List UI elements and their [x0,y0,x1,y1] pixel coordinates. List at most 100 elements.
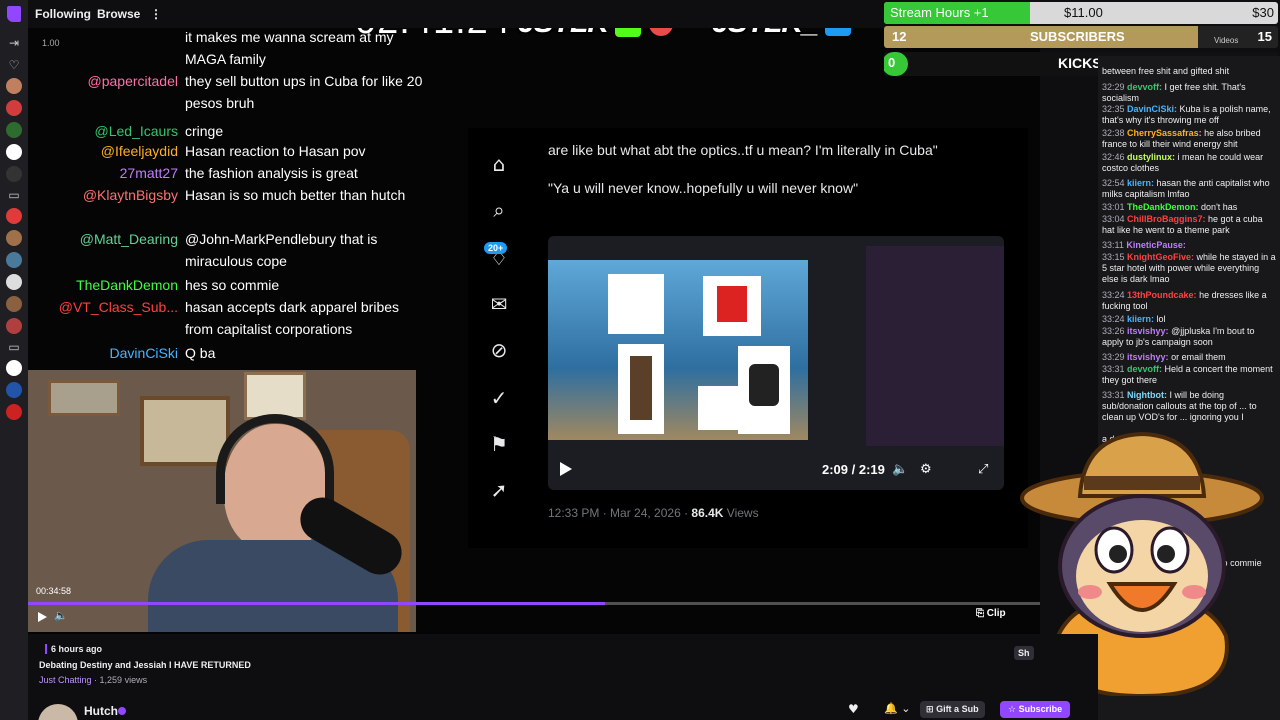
settings-icon[interactable]: ⚙ [920,462,932,477]
chat-username[interactable]: itsvishyy: [1127,352,1171,362]
channel-name[interactable]: Hutch [84,704,118,718]
product-card [738,346,790,434]
heart-icon[interactable]: ♡ [5,58,23,72]
chat-message[interactable]: 33:31 Nightbot: I will be doing sub/dona… [1102,390,1276,423]
chat-username[interactable]: 13thPoundcake: [1127,290,1199,300]
chat-username[interactable]: dustylinux: [1127,152,1178,162]
chat-message[interactable]: 32:35 DavinCiSki: Kuba is a polish name,… [1102,104,1276,126]
followed-channel-avatar[interactable] [6,122,22,138]
seek-bar[interactable] [28,602,1040,605]
chat-message[interactable]: 33:01 TheDankDemon: don't has [1102,202,1276,213]
followed-channel-avatar[interactable] [6,360,22,376]
verified-icon[interactable]: ✓ [486,386,512,412]
share-button[interactable]: Sh [1014,646,1034,660]
chat-message[interactable]: 33:11 KineticPause: [1102,240,1276,251]
chat-username[interactable]: itsvishyy: [1127,326,1171,336]
chat-message[interactable]: 32:46 dustylinux: i mean he could wear c… [1102,152,1276,174]
followed-channel-avatar[interactable] [6,208,22,224]
chat-message[interactable]: 33:24 kiiern: lol [1102,314,1276,325]
chat-username[interactable]: kiiern: [1127,314,1157,324]
followed-channel-avatar[interactable] [6,252,22,268]
channel-avatar[interactable] [38,704,78,720]
left-rail: ⇥ ♡ ▭ ▭ [0,0,28,720]
bookmark-icon[interactable]: ⚑ [486,432,512,458]
followed-channel-avatar[interactable] [6,230,22,246]
video-player[interactable]: ⌂ ⌕ ♢ 20+ ✉ ⊘ ✓ ⚑ ➚ are like but what ab… [28,28,1040,634]
chat-message[interactable]: 33:26 itsvishyy: @jjpluska I'm bout to a… [1102,326,1276,348]
overlay-chat-username: @Ifeeljaydid [100,143,178,159]
overlay-chat-message: it makes me wanna scream at my MAGA fami… [185,29,394,67]
chat-message[interactable]: 33:24 13thPoundcake: he dresses like a f… [1102,290,1276,312]
video-icon[interactable]: ▭ [5,188,23,202]
followed-channel-avatar[interactable] [6,404,22,420]
chat-username[interactable]: devvoff: [1127,364,1165,374]
chat-username[interactable]: CherrySassafras: [1127,128,1204,138]
chat-username[interactable]: kiiern: [1127,178,1157,188]
chat-timestamp: 33:01 [1102,202,1128,212]
followed-channel-avatar[interactable] [6,274,22,290]
nav-more-icon[interactable]: ⋮ [150,7,162,21]
video-icon[interactable]: ▭ [5,340,23,354]
chat-username[interactable]: Nightbot: [1127,390,1169,400]
chat-username[interactable]: KineticPause: [1126,240,1186,250]
subscribe-button[interactable]: ☆ Subscribe [1000,701,1071,718]
followed-channel-avatar[interactable] [6,166,22,182]
followed-channel-avatar[interactable] [6,100,22,116]
nav-following[interactable]: Following [35,7,91,21]
tweet-video[interactable]: 2:09 / 2:19 🔈 ⚙ ⤢ [548,236,1004,490]
chat-message[interactable]: 33:31 devvoff: Held a concert the moment… [1102,364,1276,386]
wall-frame [48,380,120,416]
messages-icon[interactable]: ✉ [486,292,512,318]
followed-channel-avatar[interactable] [6,144,22,160]
volume-icon[interactable]: 🔈 [892,462,908,477]
chat-timestamp: 33:15 [1102,252,1128,262]
overlay-chat-username: DavinCiSki [109,345,178,361]
chat-username[interactable]: ChillBroBaggins7: [1127,214,1208,224]
volume-icon[interactable]: 🔈 [54,609,68,622]
record-icon [648,28,673,37]
chat-message[interactable]: 33:29 itsvishyy: or email them [1102,352,1276,363]
fullscreen-icon[interactable]: ⤢ [978,462,988,477]
chat-username[interactable]: devvoff: [1127,82,1165,92]
notifications-bell-icon[interactable]: 🔔 ⌄ [884,702,910,715]
heart-follow-icon[interactable]: ♥ [848,702,859,716]
expand-rail-icon[interactable]: ⇥ [5,36,23,50]
chat-timestamp: 33:31 [1102,364,1128,374]
chat-message[interactable]: 32:54 kiiern: hasan the anti capitalist … [1102,178,1276,200]
chat-username[interactable]: KnightGeoFive: [1127,252,1197,262]
category-link[interactable]: Just Chatting [39,675,92,685]
chat-text: lol [1156,314,1166,324]
chat-message[interactable]: 32:38 CherrySassafras: he also bribed fr… [1102,128,1276,150]
chat-text: or email them [1171,352,1226,362]
overlay-chat-message: Hasan reaction to Hasan pov [185,143,366,159]
nav-browse[interactable]: Browse [97,7,140,21]
followed-channel-avatar[interactable] [6,78,22,94]
followed-channel-avatar[interactable] [6,296,22,312]
subscribers-goal: 12 SUBSCRIBERS Videos 15 [884,26,1278,48]
followed-channel-avatar[interactable] [6,318,22,334]
grok-icon[interactable]: ⊘ [486,338,512,364]
chat-message[interactable]: 33:15 KnightGeoFive: while he stayed in … [1102,252,1276,285]
kick-logo-icon: K [615,28,642,38]
play-icon[interactable] [38,612,47,622]
chat-message[interactable]: 33:04 ChillBroBaggins7: he got a cuba ha… [1102,214,1276,236]
overlay-chat-username: @VT_Class_Sub... [58,299,178,315]
tweet-views-label: Views [726,506,759,520]
rocket-icon[interactable]: ➚ [486,478,512,504]
chat-username[interactable]: DavinCiSki: [1127,104,1180,114]
chat-username[interactable]: TheDankDemon: [1127,202,1201,212]
elapsed-time: 00:34:58 [36,586,72,596]
home-icon[interactable]: ⌂ [486,152,512,178]
product-card [608,274,664,334]
chat-message[interactable]: 32:29 devvoff: I get free shit. That's s… [1102,82,1276,104]
followed-channel-avatar[interactable] [6,382,22,398]
chat-message[interactable]: between free shit and gifted shit [1102,66,1276,77]
subs-label: SUBSCRIBERS [1030,29,1125,44]
twitch-logo-icon[interactable] [7,6,21,22]
search-icon[interactable]: ⌕ [486,198,512,224]
gift-sub-button[interactable]: ⊞ Gift a Sub [920,701,985,718]
clip-button[interactable]: ⎘ Clip [976,608,1006,619]
stream-info: 6 hours ago Debating Destiny and Jessiah… [28,634,1098,720]
video-play-icon[interactable] [560,462,572,476]
chat-timestamp: 33:11 [1102,240,1127,250]
